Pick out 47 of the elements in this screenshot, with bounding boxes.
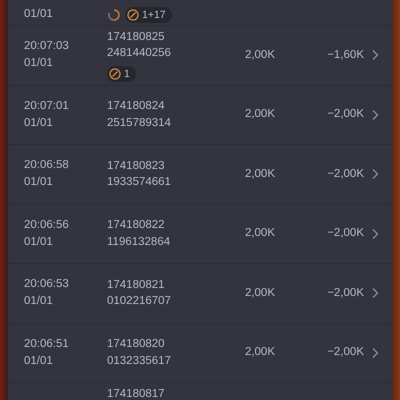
date-text: 01/01 xyxy=(24,175,54,190)
time-text: 20:06:53 xyxy=(24,277,70,292)
amount-text: 2,00K xyxy=(244,346,275,358)
chevron-icon[interactable] xyxy=(370,49,380,62)
time-text: 20:07:01 xyxy=(24,98,70,114)
id-text: 0132335617 xyxy=(107,354,172,369)
time-text: 20:07:03 xyxy=(24,39,70,54)
id-text: 1196132864 xyxy=(107,234,172,250)
pnl-text: −2,00K xyxy=(327,168,364,180)
count-badge: 1 xyxy=(107,66,136,82)
pnl-text: −2,00K xyxy=(327,227,364,240)
chevron-icon[interactable] xyxy=(370,168,380,180)
amount-text: 2,00K xyxy=(244,48,275,61)
pnl-text: −1,60K xyxy=(327,48,364,61)
id-text: 0102216707 xyxy=(107,294,172,310)
time-text: 20:06:58 xyxy=(24,158,70,174)
date-text: 01/01 xyxy=(24,116,54,131)
id-text: 174180825 xyxy=(107,30,166,45)
id-text: 174180821 xyxy=(107,278,166,293)
date-text: 01/01 xyxy=(24,354,54,369)
id-text: 174180822 xyxy=(107,218,166,234)
refresh-icon xyxy=(107,8,121,22)
date-text: 01/01 xyxy=(24,294,54,310)
date-text: 01/01 xyxy=(24,56,54,72)
id-text: 1933574661 xyxy=(107,175,172,190)
id-text: 174180817 xyxy=(107,387,166,400)
time-text: 20:06:56 xyxy=(24,218,70,233)
chevron-icon[interactable] xyxy=(370,108,380,121)
id-text: 174180824 xyxy=(107,99,166,114)
date-text: 01/01 xyxy=(24,234,54,250)
id-text: 174180820 xyxy=(107,337,166,352)
amount-text: 2,00K xyxy=(244,286,275,299)
pnl-text: −2,00K xyxy=(327,108,364,120)
chevron-icon[interactable] xyxy=(370,346,380,359)
amount-text: 2,00K xyxy=(244,108,275,120)
id-text: 174180823 xyxy=(107,158,166,174)
id-text: 2515789314 xyxy=(107,116,172,131)
count-badge: 1+17 xyxy=(125,7,172,23)
pnl-text: −2,00K xyxy=(327,286,364,299)
chevron-icon[interactable] xyxy=(370,228,380,240)
chevron-icon[interactable] xyxy=(370,287,380,300)
pnl-text: −2,00K xyxy=(327,346,364,358)
time-text: 20:06:51 xyxy=(24,336,70,352)
amount-text: 2,00K xyxy=(244,168,275,180)
date-text: 01/01 xyxy=(24,7,54,22)
amount-text: 2,00K xyxy=(244,227,275,240)
id-text: 2481440256 xyxy=(107,46,172,62)
